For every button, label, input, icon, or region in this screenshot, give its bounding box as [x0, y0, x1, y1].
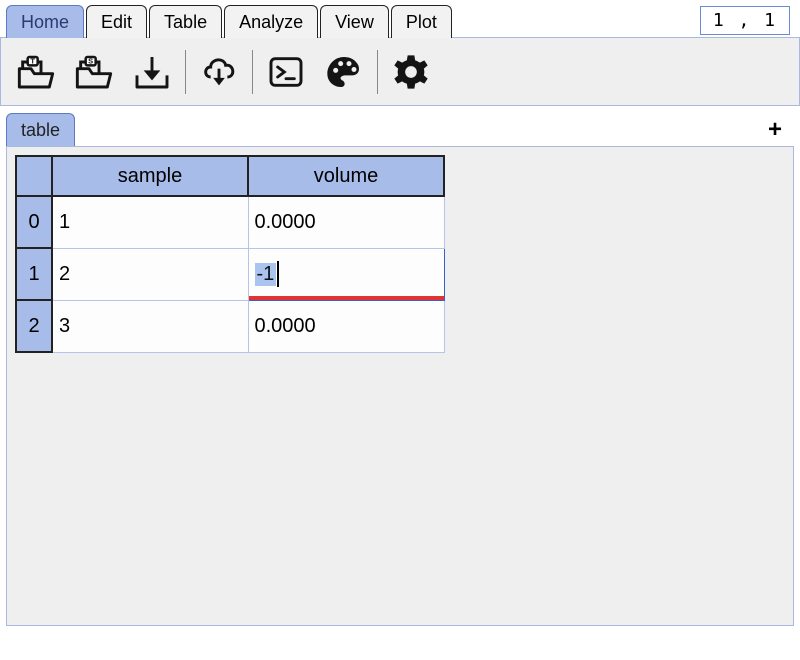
table-row: 0 1 0.0000: [16, 196, 444, 248]
toolbar-separator: [185, 50, 186, 94]
cell-volume[interactable]: 0.0000: [248, 196, 444, 248]
table-corner-cell[interactable]: [16, 156, 52, 196]
save-button[interactable]: [127, 47, 177, 97]
toolbar-separator: [252, 50, 253, 94]
data-table: sample volume 0 1 0.0000 1 2 -1 2 3 0.00…: [15, 155, 445, 353]
menu-tab-plot[interactable]: Plot: [391, 5, 452, 38]
palette-icon: [324, 52, 364, 92]
open-script-icon: S: [74, 52, 114, 92]
menu-bar: Home Edit Table Analyze View Plot 1 , 1: [0, 0, 800, 38]
add-tab-button[interactable]: +: [768, 116, 782, 144]
editing-selected-text: -1: [255, 263, 277, 286]
column-header-sample[interactable]: sample: [52, 156, 248, 196]
menu-tab-view[interactable]: View: [320, 5, 389, 38]
settings-button[interactable]: [386, 47, 436, 97]
row-header[interactable]: 1: [16, 248, 52, 300]
cell-sample[interactable]: 1: [52, 196, 248, 248]
settings-icon: [391, 52, 431, 92]
cloud-download-icon: [199, 52, 239, 92]
column-header-volume[interactable]: volume: [248, 156, 444, 196]
cell-volume-editing[interactable]: -1: [248, 248, 444, 300]
table-area: sample volume 0 1 0.0000 1 2 -1 2 3 0.00…: [6, 146, 794, 626]
cloud-download-button[interactable]: [194, 47, 244, 97]
menu-tab-table[interactable]: Table: [149, 5, 222, 38]
svg-text:S: S: [88, 56, 93, 65]
cell-sample[interactable]: 3: [52, 300, 248, 352]
row-header[interactable]: 0: [16, 196, 52, 248]
menu-tab-edit[interactable]: Edit: [86, 5, 147, 38]
toolbar-separator: [377, 50, 378, 94]
error-underline: [249, 296, 444, 300]
palette-button[interactable]: [319, 47, 369, 97]
cell-sample[interactable]: 2: [52, 248, 248, 300]
cell-position-indicator: 1 , 1: [700, 6, 790, 35]
table-row: 2 3 0.0000: [16, 300, 444, 352]
subtab-bar: table +: [0, 106, 800, 146]
menu-tab-analyze[interactable]: Analyze: [224, 5, 318, 38]
console-button[interactable]: [261, 47, 311, 97]
console-icon: [266, 52, 306, 92]
svg-text:T: T: [30, 56, 35, 65]
row-header[interactable]: 2: [16, 300, 52, 352]
open-text-icon: T: [16, 52, 56, 92]
text-caret: [277, 261, 279, 287]
open-script-button[interactable]: S: [69, 47, 119, 97]
table-row: 1 2 -1: [16, 248, 444, 300]
open-text-button[interactable]: T: [11, 47, 61, 97]
cell-volume[interactable]: 0.0000: [248, 300, 444, 352]
toolbar: T S: [0, 38, 800, 106]
subtab-table[interactable]: table: [6, 113, 75, 146]
save-icon: [132, 52, 172, 92]
menu-tab-home[interactable]: Home: [6, 5, 84, 38]
